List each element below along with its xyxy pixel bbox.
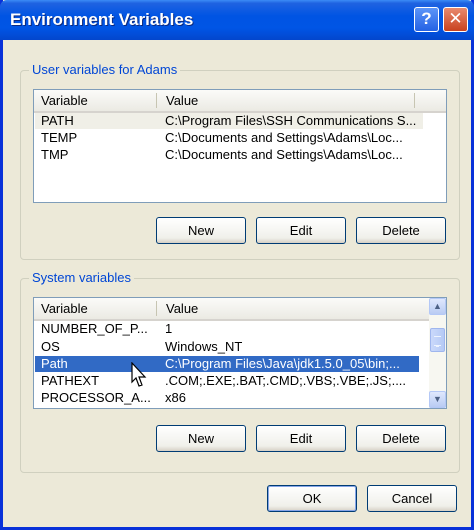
variable-value: .COM;.EXE;.BAT;.CMD;.VBS;.VBE;.JS;....	[165, 373, 407, 388]
mouse-pointer-icon	[131, 362, 147, 387]
variable-value: Windows_NT	[165, 339, 243, 354]
user-variable-row[interactable]: PATH C:\Program Files\SSH Communications…	[35, 113, 423, 129]
user-variables-title: User variables for Adams	[29, 62, 181, 77]
user-variables-group: User variables for Adams Variable Value …	[20, 62, 460, 260]
title-bar[interactable]: Environment Variables ? ✕	[0, 0, 474, 40]
column-header-value[interactable]: Value	[166, 301, 198, 316]
variable-value: C:\Documents and Settings\Adams\Loc...	[165, 130, 403, 145]
user-variable-row[interactable]: TMP C:\Documents and Settings\Adams\Loc.…	[35, 147, 423, 163]
user-list-header: Variable Value	[34, 90, 446, 113]
variable-name: OS	[41, 339, 60, 354]
scroll-thumb[interactable]	[430, 328, 445, 352]
scroll-down-button[interactable]: ▼	[429, 391, 446, 408]
user-delete-button[interactable]: Delete	[356, 217, 446, 244]
variable-name: PROCESSOR_A...	[41, 390, 151, 405]
variable-value: C:\Documents and Settings\Adams\Loc...	[165, 147, 403, 162]
system-variable-row-selected[interactable]: Path C:\Program Files\Java\jdk1.5.0_05\b…	[35, 356, 419, 372]
column-header-value[interactable]: Value	[166, 93, 198, 108]
column-separator[interactable]	[156, 93, 157, 108]
system-delete-button[interactable]: Delete	[356, 425, 446, 452]
system-variable-row[interactable]: OS Windows_NT	[35, 339, 430, 355]
variable-value: x86	[165, 390, 186, 405]
environment-variables-dialog: Environment Variables ? ✕ User variables…	[0, 0, 474, 530]
user-edit-button[interactable]: Edit	[256, 217, 346, 244]
system-variables-group: System variables Variable Value NUMBER_O…	[20, 270, 460, 473]
variable-name: NUMBER_OF_P...	[41, 321, 148, 336]
column-header-variable[interactable]: Variable	[41, 301, 88, 316]
user-new-button[interactable]: New	[156, 217, 246, 244]
variable-value: 1	[165, 321, 173, 336]
column-separator[interactable]	[156, 301, 157, 316]
system-variables-title: System variables	[29, 270, 134, 285]
system-edit-button[interactable]: Edit	[256, 425, 346, 452]
column-separator[interactable]	[414, 93, 415, 108]
column-header-variable[interactable]: Variable	[41, 93, 88, 108]
user-variables-list[interactable]: Variable Value PATH C:\Program Files\SSH…	[33, 89, 447, 203]
close-button[interactable]: ✕	[443, 7, 468, 32]
window-title: Environment Variables	[10, 10, 194, 29]
system-new-button[interactable]: New	[156, 425, 246, 452]
cancel-button[interactable]: Cancel	[367, 485, 457, 512]
system-list-header: Variable Value	[34, 298, 430, 321]
variable-name: PATH	[41, 113, 74, 128]
user-variable-row[interactable]: TEMP C:\Documents and Settings\Adams\Loc…	[35, 130, 423, 146]
system-variable-row[interactable]: NUMBER_OF_P... 1	[35, 321, 430, 337]
help-button[interactable]: ?	[414, 7, 439, 32]
system-variables-list[interactable]: Variable Value NUMBER_OF_P... 1 OS Windo…	[33, 297, 447, 409]
variable-value: C:\Program Files\SSH Communications S...	[165, 113, 417, 128]
variable-value: C:\Program Files\Java\jdk1.5.0_05\bin;..…	[165, 356, 400, 371]
ok-button[interactable]: OK	[267, 485, 357, 512]
variable-name: TEMP	[41, 130, 78, 145]
system-variable-row[interactable]: PROCESSOR_A... x86	[35, 390, 430, 406]
scroll-up-button[interactable]: ▲	[429, 298, 446, 315]
system-variable-row[interactable]: PATHEXT .COM;.EXE;.BAT;.CMD;.VBS;.VBE;.J…	[35, 373, 430, 389]
vertical-scrollbar[interactable]: ▲ ▼	[429, 298, 446, 408]
variable-name: TMP	[41, 147, 69, 162]
